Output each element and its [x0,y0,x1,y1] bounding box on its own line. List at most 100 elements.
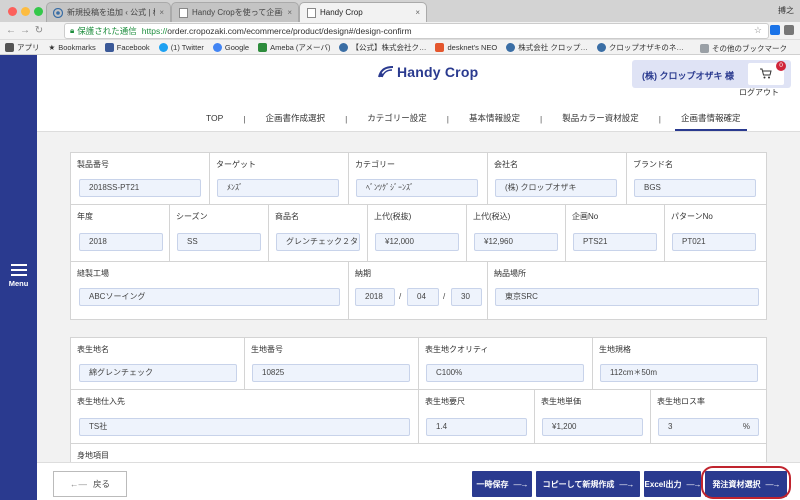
company-field[interactable]: (株) クロップオザキ [495,179,617,197]
season-field[interactable]: SS [177,233,261,251]
back-button[interactable]: ←— 戻る [53,471,127,497]
season-cell: シーズン SS [170,205,269,262]
item-name-field[interactable]: グレンチェック２タ [276,233,360,251]
bookmark-crop-blog[interactable]: クロップオザキのネ… [596,42,684,53]
bookmark-crop[interactable]: 株式会社 クロップ… [506,42,588,53]
product-no-field[interactable]: 2018SS-PT21 [79,179,201,197]
fabric-unit-price-label: 表生地単価 [541,397,581,406]
bookmark-desknets[interactable]: desknet's NEO [435,42,497,52]
bookmark-bookmarks[interactable]: ★ Bookmarks [49,43,96,52]
company-cell: 会社名 (株) クロップオザキ [488,153,627,205]
delivery-place-field[interactable]: 東京SRC [495,288,759,306]
fabric-length-field[interactable]: 1.4 [426,418,527,436]
bookmark-facebook[interactable]: Facebook [104,42,150,52]
brand-field[interactable]: BGS [634,179,756,197]
bookmark-label: クロップオザキのネ… [608,42,684,52]
fabric-number-cell: 生地番号 10825 [245,338,419,390]
reload-icon[interactable]: ↻ [32,25,46,36]
cart-button[interactable]: 0 [748,61,786,85]
browser-tab-2[interactable]: Handy Cropを使って企画書を作 × [171,2,299,22]
fabric-length-cell: 表生地要尺 1.4 [419,390,535,444]
copy-new-button[interactable]: コピーして新規作成 —→ [536,471,640,497]
factory-field[interactable]: ABCソーイング [79,288,340,306]
fabric-loss-rate-value: 3 [668,422,673,431]
price-ex-tax-field[interactable]: ¥12,000 [375,233,459,251]
price-ex-tax-label: 上代(税抜) [374,212,412,221]
fabric-loss-rate-field[interactable]: 3 % [658,418,759,436]
excel-export-button[interactable]: Excel出力 —→ [644,471,701,497]
nav-basic-info[interactable]: 基本情報設定 [463,107,526,131]
fabric-unit-price-field[interactable]: ¥1,200 [542,418,643,436]
browser-tab-3-active[interactable]: Handy Crop × [299,2,427,22]
handy-crop-logo-icon [378,66,394,78]
target-field[interactable]: ﾒﾝｽﾞ [217,179,339,197]
fabric-spec-field[interactable]: 112cm＊50m [600,364,758,382]
zoom-window-button[interactable] [34,7,43,16]
browser-profile-name[interactable]: 搏之 [778,5,794,16]
browser-tab-1[interactable]: 新規投稿を追加 ‹ 公式 | 株式会社 × [46,2,171,22]
other-bookmarks[interactable]: その他のブックマーク [700,43,787,54]
delivery-place-cell: 納品場所 東京SRC [488,262,766,319]
menu-button[interactable]: Menu [0,262,37,302]
right-arrow-icon: —→ [686,479,701,489]
logout-link[interactable]: ログアウト [739,87,779,98]
pattern-no-field[interactable]: PT021 [672,233,756,251]
plan-no-label: 企画No [572,212,599,221]
plan-no-cell: 企画No PTS21 [566,205,665,262]
fabric-length-label: 表生地要尺 [425,397,465,406]
nav-category[interactable]: カテゴリー設定 [361,107,433,131]
nav-separator: | [446,114,450,124]
account-name: (株) クロップオザキ 様 [642,71,734,81]
delivery-day-field[interactable]: 30 [451,288,482,306]
fabric-info-card: 表生地名 綿グレンチェック 生地番号 10825 表生地クオリティ C100% … [70,337,767,462]
hamburger-icon-bar [10,273,27,276]
bookmark-star-icon[interactable]: ☆ [754,25,762,36]
forward-arrow-icon[interactable]: → [18,25,32,36]
bookmark-google[interactable]: Google [212,42,249,52]
bookmark-apps[interactable]: アプリ [5,42,40,53]
bookmark-official[interactable]: 【公式】株式会社ク… [339,42,426,53]
bookmark-ameba[interactable]: Ameba (アメーバ) [258,42,330,53]
close-tab-icon[interactable]: × [287,8,292,17]
facebook-icon [104,42,114,52]
bookmark-label: Facebook [116,42,150,52]
logo[interactable]: Handy Crop [377,64,478,80]
nav-plan-select[interactable]: 企画書作成選択 [260,107,332,131]
nav-confirm-active[interactable]: 企画書情報確定 [674,107,747,131]
delivery-year-field[interactable]: 2018 [355,288,395,306]
body-fabric-cell: 身地項目 [71,444,766,462]
back-arrow-icon[interactable]: ← [4,25,18,36]
fabric-name-field[interactable]: 綿グレンチェック [79,364,237,382]
product-info-card: 製品番号 2018SS-PT21 ターゲット ﾒﾝｽﾞ カテゴリー ﾍﾞﾝﾂｸﾞ… [70,152,767,320]
ameba-icon [258,42,268,52]
delivery-month-field[interactable]: 04 [407,288,439,306]
category-field[interactable]: ﾍﾞﾝﾂｸﾞｼﾞｰﾝｽﾞ [356,179,478,197]
address-bar[interactable]: 🔒︎ 保護された通信 https:// order.cropozaki.com/… [64,23,769,39]
product-row-1: 製品番号 2018SS-PT21 ターゲット ﾒﾝｽﾞ カテゴリー ﾍﾞﾝﾂｸﾞ… [71,153,766,205]
factory-cell: 縫製工場 ABCソーイング [71,262,349,319]
year-field[interactable]: 2018 [79,233,163,251]
price-in-tax-field[interactable]: ¥12,960 [474,233,558,251]
bookmark-label: (1) Twitter [170,42,204,52]
bookmark-twitter[interactable]: (1) Twitter [158,42,204,52]
extension-icon[interactable] [770,25,780,35]
plan-no-field[interactable]: PTS21 [573,233,657,251]
menu-dots-icon[interactable] [784,25,794,35]
fabric-supplier-cell: 表生地仕入先 TS社 [71,390,419,444]
close-tab-icon[interactable]: × [159,8,164,17]
browser-tab-strip: 新規投稿を追加 ‹ 公式 | 株式会社 × Handy Cropを使って企画書を… [0,0,800,22]
fabric-number-field[interactable]: 10825 [252,364,410,382]
minimize-window-button[interactable] [21,7,30,16]
nav-top[interactable]: TOP [200,107,229,131]
delivery-place-label: 納品場所 [494,269,526,278]
fabric-supplier-field[interactable]: TS社 [79,418,410,436]
save-draft-button[interactable]: 一時保存 —→ [472,471,532,497]
page-icon [178,7,188,18]
fabric-quality-field[interactable]: C100% [426,364,584,382]
product-no-label: 製品番号 [77,160,109,169]
bookmarks-bar: アプリ ★ Bookmarks Facebook (1) Twitter Goog… [0,40,800,55]
close-window-button[interactable] [8,7,17,16]
copy-new-label: コピーして新規作成 [542,479,615,489]
nav-color-material[interactable]: 製品カラー資材設定 [556,107,645,131]
close-tab-icon[interactable]: × [415,8,420,17]
